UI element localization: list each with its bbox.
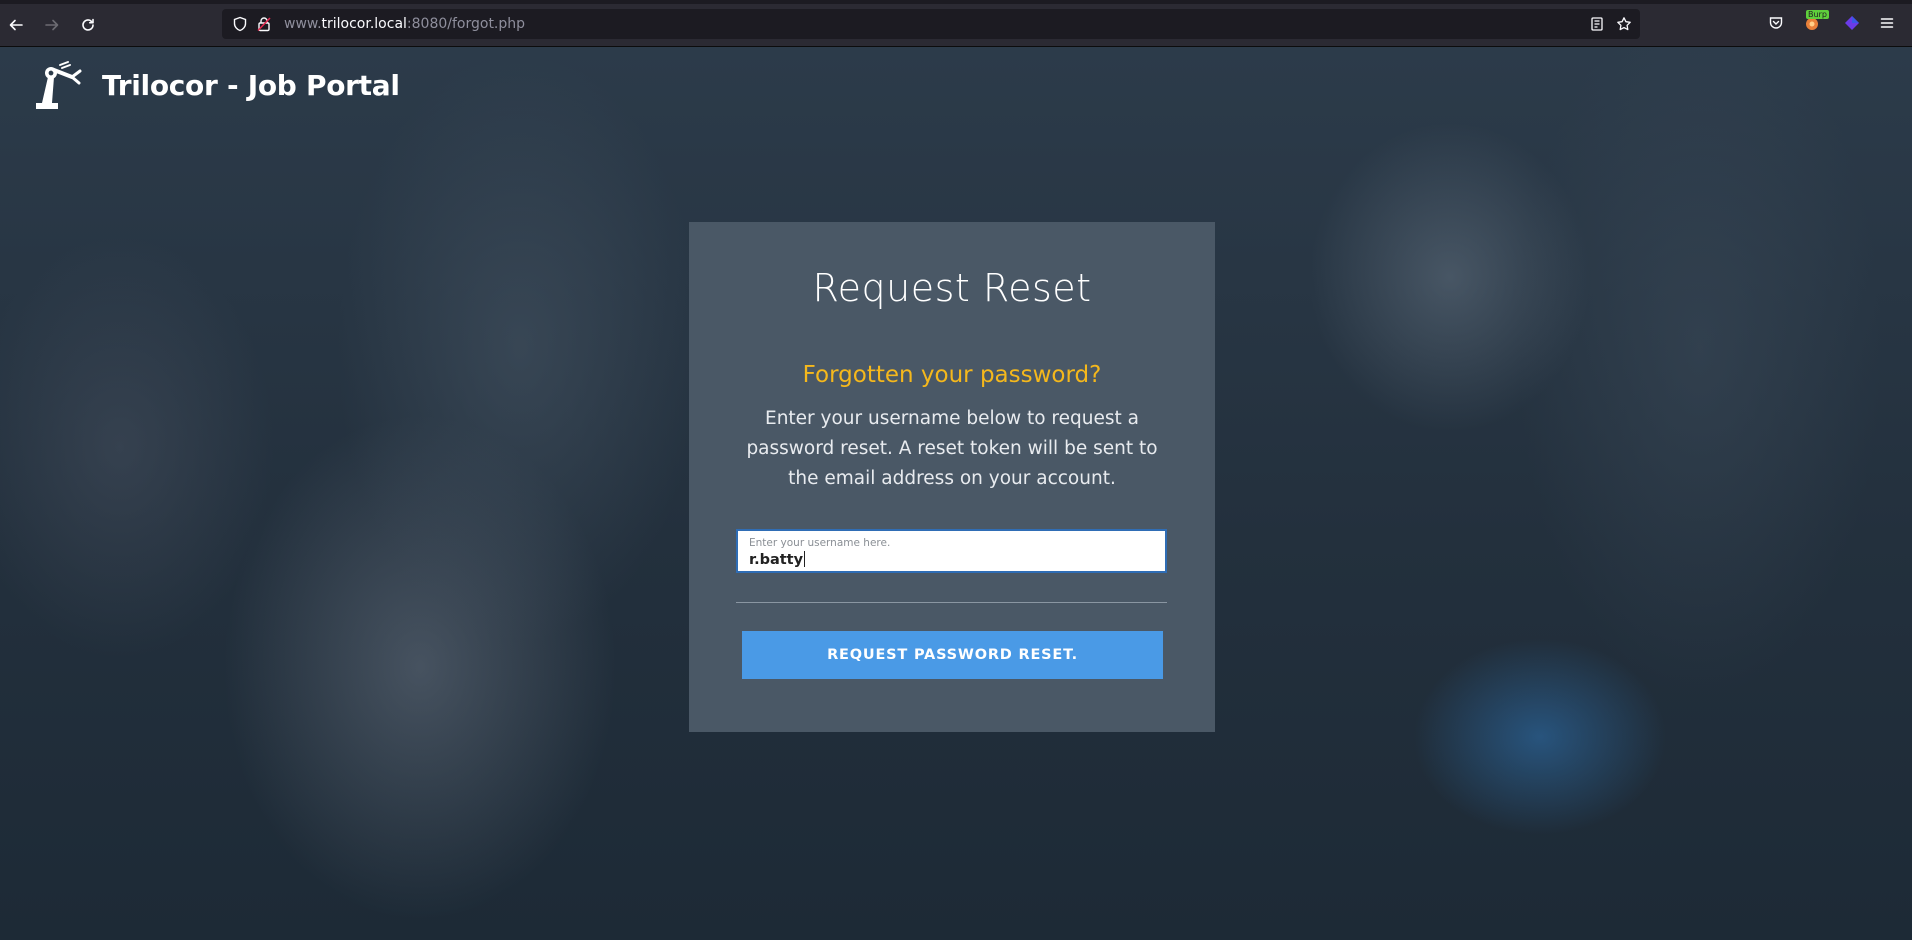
tab-strip: [0, 0, 1912, 4]
robot-arm-logo-icon: [36, 61, 82, 109]
back-button[interactable]: [2, 11, 30, 39]
username-value-text: r.batty: [749, 552, 804, 568]
hamburger-menu-icon[interactable]: [1876, 12, 1898, 34]
username-field-value: r.batty: [749, 551, 806, 568]
url-prefix: www.: [284, 16, 322, 32]
site-title: Trilocor - Job Portal: [102, 68, 400, 102]
url-text[interactable]: www.trilocor.local:8080/forgot.php: [284, 16, 525, 32]
pocket-icon[interactable]: [1765, 12, 1787, 34]
reader-view-icon[interactable]: [1589, 16, 1605, 32]
back-arrow-icon: [9, 19, 23, 31]
reset-card: Request Reset Forgotten your password? E…: [689, 222, 1215, 732]
card-description: Enter your username below to request a p…: [746, 408, 1158, 489]
bookmark-star-icon[interactable]: [1616, 16, 1632, 32]
reload-icon: [82, 18, 94, 31]
username-field-label: Enter your username here.: [749, 537, 891, 549]
url-path: :8080/forgot.php: [406, 16, 526, 32]
url-host: trilocor.local: [321, 16, 407, 32]
extension-cube-icon[interactable]: [1841, 12, 1863, 34]
request-reset-button[interactable]: REQUEST PASSWORD RESET.: [742, 631, 1163, 679]
address-bar[interactable]: www.trilocor.local:8080/forgot.php: [222, 9, 1640, 39]
text-caret: [804, 551, 806, 567]
card-title: Request Reset: [812, 266, 1092, 310]
site-brand[interactable]: Trilocor - Job Portal: [32, 59, 400, 111]
form-divider: [736, 602, 1167, 603]
reload-button[interactable]: [74, 11, 102, 39]
card-subtitle: Forgotten your password?: [802, 362, 1102, 388]
forward-button[interactable]: [38, 11, 66, 39]
insecure-lock-icon[interactable]: [256, 16, 272, 32]
shield-icon[interactable]: [232, 16, 248, 32]
forward-arrow-icon: [45, 19, 59, 31]
username-input[interactable]: Enter your username here. r.batty: [736, 529, 1167, 573]
browser-toolbar: www.trilocor.local:8080/forgot.php Burp: [0, 0, 1912, 47]
page-background: Trilocor - Job Portal Request Reset Forg…: [0, 47, 1912, 940]
burp-badge: Burp: [1806, 10, 1829, 19]
